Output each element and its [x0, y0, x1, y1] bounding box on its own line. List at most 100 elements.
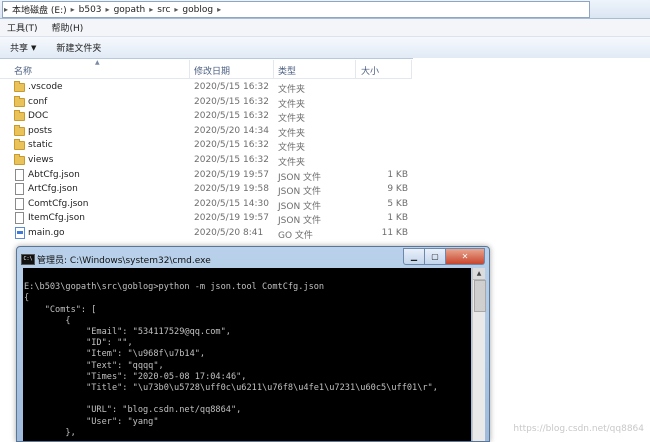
- file-icon: [14, 197, 24, 210]
- file-date: 2020/5/15 16:32: [194, 155, 269, 165]
- dropdown-arrow-icon: ▼: [31, 43, 37, 52]
- folder-icon: [14, 110, 25, 122]
- watermark: https://blog.csdn.net/qq8864: [513, 424, 644, 434]
- file-row[interactable]: .vscode 2020/5/15 16:32 文件夹: [0, 80, 412, 95]
- column-divider[interactable]: [189, 60, 190, 78]
- console-output[interactable]: E:\b503\gopath\src\goblog>python -m json…: [23, 268, 471, 441]
- file-name: views: [28, 155, 54, 165]
- menu-help[interactable]: 帮助(H): [45, 21, 91, 34]
- share-button-label: 共享: [10, 44, 29, 54]
- file-name: DOC: [28, 111, 49, 122]
- breadcrumb-item[interactable]: gopath: [111, 5, 149, 15]
- file-type: 文件夹: [278, 99, 306, 110]
- file-name: .vscode: [28, 82, 63, 92]
- console-line: {: [24, 315, 71, 326]
- file-date: 2020/5/15 16:32: [194, 140, 269, 151]
- file-date: 2020/5/19 19:57: [194, 169, 269, 180]
- file-name: main.go: [28, 228, 65, 238]
- file-row[interactable]: DOC 2020/5/15 16:32 文件夹: [0, 109, 412, 124]
- console-line: "Item": "\u968f\u7b14",: [24, 349, 206, 360]
- file-type: 文件夹: [278, 114, 306, 125]
- command-bar: 共享 ▼ 新建文件夹: [0, 37, 650, 59]
- file-row[interactable]: views 2020/5/15 16:32 文件夹: [0, 153, 412, 168]
- file-date: 2020/5/20 14:34: [194, 125, 269, 136]
- file-type: JSON 文件: [278, 216, 322, 227]
- maximize-button[interactable]: ▢: [425, 248, 446, 265]
- file-date: 2020/5/19 19:57: [194, 213, 269, 224]
- file-row[interactable]: ArtCfg.json 2020/5/19 19:58 JSON 文件 9 KB: [0, 182, 412, 197]
- file-row[interactable]: ComtCfg.json 2020/5/15 14:30 JSON 文件 5 KB: [0, 197, 412, 212]
- minimize-button[interactable]: ▁: [403, 248, 425, 265]
- file-date: 2020/5/15 16:32: [194, 111, 269, 122]
- column-type[interactable]: 类型: [278, 64, 296, 77]
- file-type: 文件夹: [278, 85, 306, 95]
- console-line: },: [24, 427, 76, 438]
- breadcrumb-item[interactable]: b503: [76, 5, 105, 15]
- column-divider[interactable]: [273, 60, 274, 78]
- column-header-row: ▲ 名称 修改日期 类型 大小: [0, 59, 412, 79]
- console-line: "Comts": [: [24, 304, 97, 315]
- file-row[interactable]: AbtCfg.json 2020/5/19 19:57 JSON 文件 1 KB: [0, 168, 412, 183]
- console-text: E:\b503\gopath\src\goblog>python -m json…: [23, 268, 471, 439]
- column-modified[interactable]: 修改日期: [194, 64, 230, 77]
- cmd-icon: C:\: [21, 254, 35, 265]
- file-date: 2020/5/15 16:32: [194, 96, 269, 107]
- folder-icon: [14, 81, 25, 92]
- close-button[interactable]: ✕: [446, 248, 485, 265]
- file-row[interactable]: conf 2020/5/15 16:32 文件夹: [0, 95, 412, 110]
- file-name: AbtCfg.json: [28, 169, 80, 180]
- file-size: 11 KB: [381, 228, 408, 238]
- breadcrumb-item[interactable]: src: [154, 5, 173, 15]
- go-file-icon: [14, 227, 25, 239]
- sort-caret-icon: ▲: [95, 59, 100, 66]
- scroll-up-icon[interactable]: ▲: [473, 268, 485, 280]
- breadcrumb-separator-icon[interactable]: ▸: [216, 5, 222, 14]
- new-folder-button[interactable]: 新建文件夹: [46, 41, 111, 54]
- cmd-window-title: 管理员: C:\Windows\system32\cmd.exe: [37, 256, 211, 266]
- column-name[interactable]: 名称: [14, 64, 32, 77]
- breadcrumb-item[interactable]: goblog: [179, 5, 216, 15]
- file-icon: [14, 212, 24, 225]
- file-size: 1 KB: [387, 169, 408, 180]
- folder-icon: [14, 154, 25, 165]
- address-bar: ▸ 本地磁盘 (E:) ▸ b503 ▸ gopath ▸ src ▸ goblog ▸: [0, 0, 650, 19]
- window-controls: ▁ ▢ ✕: [403, 248, 485, 265]
- folder-icon: [14, 95, 25, 107]
- file-row[interactable]: static 2020/5/15 16:32 文件夹: [0, 138, 412, 153]
- console-line: "Text": "qqqq",: [24, 360, 164, 371]
- file-name: ItemCfg.json: [28, 213, 85, 224]
- menu-bar: 工具(T) 帮助(H): [0, 19, 650, 37]
- file-size: 9 KB: [387, 184, 408, 195]
- cmd-window[interactable]: C:\ 管理员: C:\Windows\system32\cmd.exe ▁ ▢…: [16, 246, 490, 442]
- column-size[interactable]: 大小: [361, 64, 379, 77]
- file-icon: [14, 168, 24, 181]
- scroll-thumb[interactable]: [474, 280, 486, 312]
- file-type: JSON 文件: [278, 172, 322, 183]
- file-date: 2020/5/15 14:30: [194, 198, 269, 209]
- file-type: JSON 文件: [278, 187, 322, 198]
- column-divider[interactable]: [411, 60, 412, 78]
- file-name: static: [28, 140, 53, 151]
- folder-icon: [14, 124, 25, 136]
- file-type: 文件夹: [278, 128, 306, 139]
- file-icon: [14, 183, 24, 196]
- file-row[interactable]: main.go 2020/5/20 8:41 GO 文件 11 KB: [0, 226, 412, 241]
- console-line: {: [24, 293, 30, 304]
- console-line: "Times": "2020-05-08 17:04:46",: [24, 371, 247, 382]
- breadcrumb-item[interactable]: 本地磁盘 (E:): [9, 3, 70, 16]
- folder-icon: [14, 139, 25, 151]
- share-button[interactable]: 共享 ▼: [0, 41, 46, 55]
- file-size: 5 KB: [387, 198, 408, 209]
- column-divider[interactable]: [355, 60, 356, 78]
- file-name: ComtCfg.json: [28, 198, 89, 209]
- file-type: 文件夹: [278, 143, 306, 154]
- cmd-scrollbar[interactable]: ▲: [472, 268, 486, 441]
- file-row[interactable]: posts 2020/5/20 14:34 文件夹: [0, 124, 412, 139]
- breadcrumb[interactable]: ▸ 本地磁盘 (E:) ▸ b503 ▸ gopath ▸ src ▸ goblog ▸: [2, 1, 590, 18]
- file-row[interactable]: ItemCfg.json 2020/5/19 19:57 JSON 文件 1 KB: [0, 211, 412, 226]
- menu-tools[interactable]: 工具(T): [0, 21, 45, 34]
- console-line: "URL": "blog.csdn.net/qq8864",: [24, 405, 242, 416]
- file-date: 2020/5/20 8:41: [194, 228, 264, 238]
